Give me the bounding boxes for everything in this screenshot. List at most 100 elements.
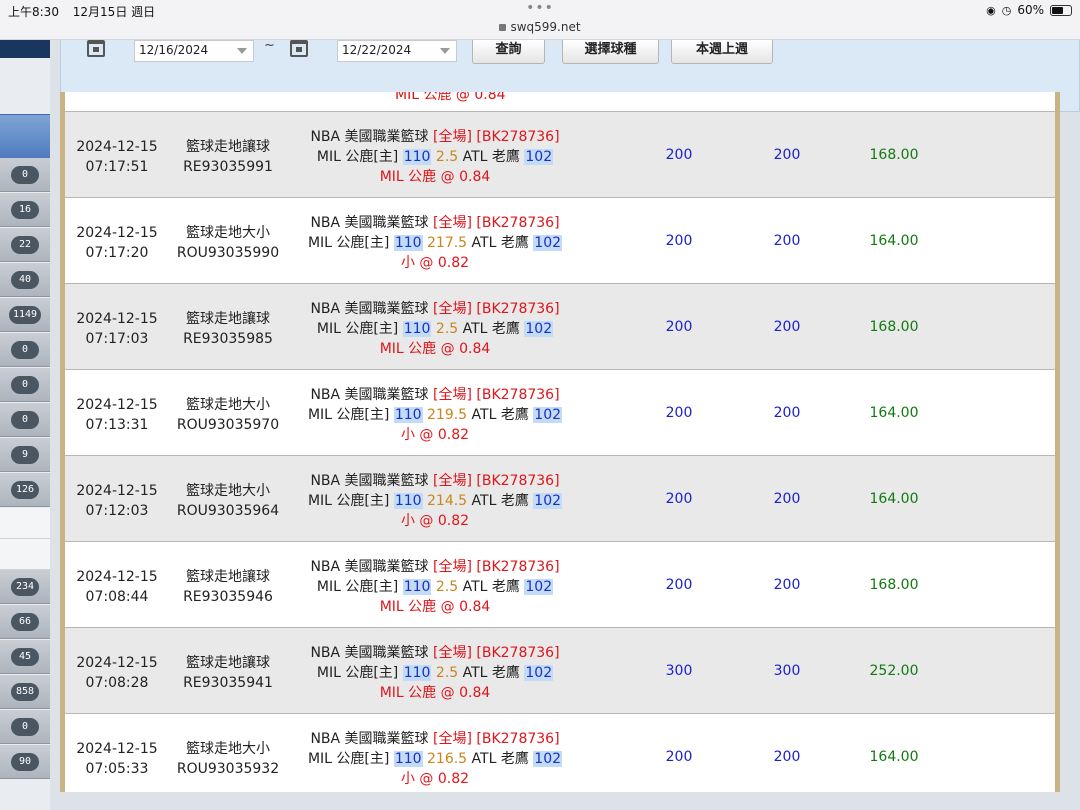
url-text: swq599.net [510,20,581,34]
sidebar-item[interactable]: 22 [0,228,50,262]
bet-date: 2024-12-15 [76,139,158,155]
date-to-field[interactable]: 12/22/2024 [337,40,457,62]
sidebar-item[interactable]: 858 [0,675,50,709]
table-row: 2024-12-15 07:12:03 籃球走地大小 ROU93035964 NBA 美… [65,456,1057,542]
sidebar-item[interactable] [0,508,50,539]
bet-odds: @ 0.82 [419,513,470,529]
table-row: 2024-12-15 07:17:51 籃球走地讓球 RE93035991 NBA 美國… [65,112,1057,198]
bet-datetime: 2024-12-15 07:17:20 [71,223,163,263]
bet-detail-line3: 小 @ 0.82 [285,425,585,445]
sidebar-item[interactable]: 0 [0,158,50,192]
battery-icon [1050,4,1072,16]
query-button[interactable]: 查詢 [472,40,545,64]
count-badge: 66 [11,613,39,631]
sidebar-item[interactable]: 0 [0,710,50,744]
bet-id: RE93035946 [183,589,273,605]
bet-id: RE93035941 [183,675,273,691]
bet-odds: @ 0.82 [419,771,470,787]
bet-date: 2024-12-15 [76,741,158,757]
bet-detail-line3: 小 @ 0.82 [285,769,585,789]
more-dots-icon[interactable]: ••• [0,0,1080,16]
bet-datetime: 2024-12-15 07:13:31 [71,395,163,435]
home-team: MIL 公鹿[主] [307,235,390,251]
bet-type: 籃球走地讓球 [186,569,270,585]
bet-type-cell: 籃球走地讓球 RE93035941 [173,653,283,693]
sidebar-item[interactable]: 0 [0,403,50,437]
match-code: [BK278736] [476,731,560,747]
bet-amount: 300 [665,663,693,679]
count-badge: 0 [11,376,39,394]
market-type: [全場] [433,215,472,231]
bet-detail-line3: 小 @ 0.82 [285,511,585,531]
win-amount: 164.00 [869,749,919,765]
sidebar-item[interactable]: 66 [0,605,50,639]
table-row: 2024-12-15 07:17:03 籃球走地讓球 RE93035985 NBA 美國… [65,284,1057,370]
bet-id: RE93035991 [183,159,273,175]
chevron-down-icon[interactable] [237,48,247,54]
home-team: MIL 公鹿[主] [307,407,390,423]
count-badge: 126 [11,481,39,499]
home-score: 110 [393,407,423,423]
bet-detail-line2: MIL 公鹿[主] 110 2.5 ATL 老鷹 102 [285,147,585,167]
sidebar-item[interactable]: 234 [0,570,50,604]
market-type: [全場] [433,301,472,317]
away-team: ATL 老鷹 [462,321,520,337]
bet-pick: 小 [400,255,415,271]
away-team: ATL 老鷹 [471,751,529,767]
away-score: 102 [533,493,563,509]
sidebar-item[interactable] [0,539,50,570]
market-type: [全場] [433,731,472,747]
home-team: MIL 公鹿[主] [316,321,399,337]
bet-datetime: 2024-12-15 07:05:33 [71,739,163,779]
bet-type-cell: 籃球走地大小 ROU93035970 [173,395,283,435]
bet-type-cell: 籃球走地大小 ROU93035932 [173,739,283,779]
bet-detail-line2: MIL 公鹿[主] 110 2.5 ATL 老鷹 102 [285,663,585,683]
bet-detail: NBA 美國職業籃球 [全場] [BK278736] MIL 公鹿[主] 110 … [285,213,585,273]
sidebar-item[interactable]: 126 [0,473,50,507]
sidebar-item[interactable]: 9 [0,438,50,472]
select-sport-button[interactable]: 選擇球種 [562,40,659,64]
sidebar-item-active[interactable] [0,114,50,158]
sidebar-item[interactable]: 90 [0,745,50,779]
match-code: [BK278736] [476,645,560,661]
bet-type: 籃球走地讓球 [186,655,270,671]
table-right-border [1055,92,1059,792]
status-right: ◉ ◷ 60% [986,3,1072,17]
bet-pick: MIL 公鹿 [379,341,437,357]
market-type: [全場] [433,387,472,403]
calendar-icon[interactable] [290,40,308,57]
bet-type: 籃球走地大小 [186,483,270,499]
count-badge: 234 [11,578,39,596]
sidebar-item[interactable]: 0 [0,333,50,367]
league-name: NBA 美國職業籃球 [310,215,429,231]
bet-detail-line3: MIL 公鹿 @ 0.84 [285,683,585,703]
address-bar[interactable]: swq599.net [0,20,1080,34]
this-last-week-button[interactable]: 本週上週 [671,40,773,64]
calendar-icon[interactable] [87,40,105,57]
bet-type-cell: 籃球走地大小 ROU93035990 [173,223,283,263]
match-code: [BK278736] [476,473,560,489]
line-value: 219.5 [427,407,468,423]
sidebar-item[interactable]: 40 [0,263,50,297]
bet-time: 07:12:03 [85,503,149,519]
sidebar-item[interactable]: 16 [0,193,50,227]
bet-odds: @ 0.84 [440,685,491,701]
bet-type: 籃球走地大小 [186,225,270,241]
bet-detail-line2: MIL 公鹿[主] 110 2.5 ATL 老鷹 102 [285,319,585,339]
count-badge: 858 [11,683,39,701]
table-body: MIL 公鹿 @ 0.84 2024-12-15 07:17:51 籃球走地讓球 RE… [65,92,1057,792]
sidebar-item[interactable]: 45 [0,640,50,674]
chevron-down-icon[interactable] [440,48,450,54]
away-score: 102 [524,149,554,165]
line-value: 214.5 [427,493,468,509]
win-amount: 164.00 [869,491,919,507]
date-from-field[interactable]: 12/16/2024 [134,40,254,62]
bet-detail: NBA 美國職業籃球 [全場] [BK278736] MIL 公鹿[主] 110 … [285,127,585,187]
bet-date: 2024-12-15 [76,655,158,671]
bet-time: 07:08:28 [85,675,149,691]
sidebar-item[interactable]: 0 [0,368,50,402]
sidebar-item[interactable]: 1149 [0,298,50,332]
bet-detail-line3: MIL 公鹿 @ 0.84 [285,167,585,187]
match-code: [BK278736] [476,215,560,231]
match-code: [BK278736] [476,387,560,403]
